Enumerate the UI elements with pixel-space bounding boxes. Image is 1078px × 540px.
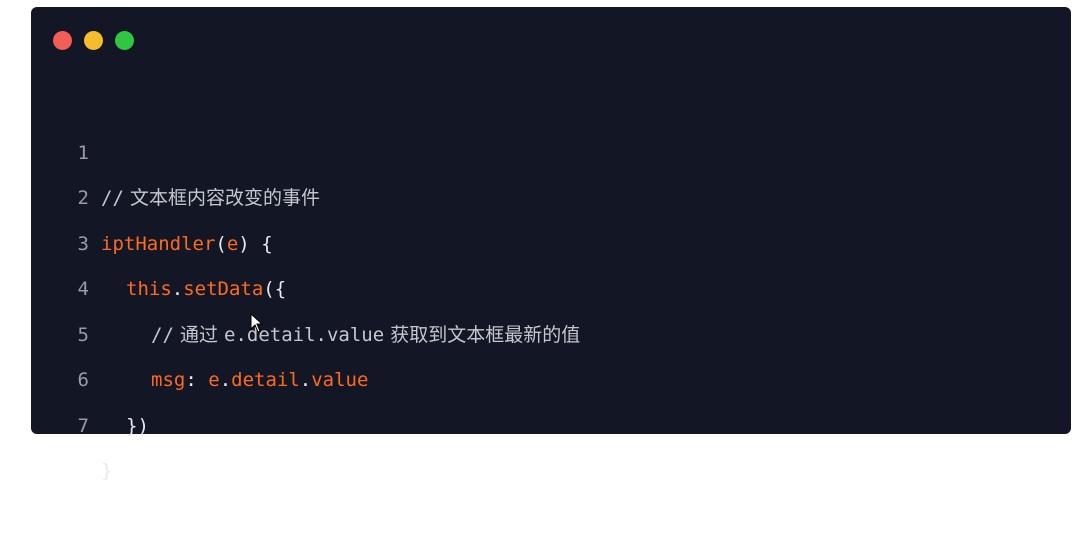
close-brace: }	[101, 460, 113, 482]
colon: :	[185, 369, 197, 391]
param: e	[226, 232, 239, 255]
comment-slash: //	[101, 187, 124, 209]
property-key: msg	[151, 369, 186, 391]
code-line: 4 // 通过 e.detail.value 获取到文本框最新的值	[31, 222, 581, 346]
line-number: 7	[77, 414, 89, 437]
code-line: 3 this.setData({	[31, 176, 287, 301]
open-paren-brace: ({	[263, 278, 287, 300]
comment-code: e.detail.value	[224, 323, 385, 346]
code-text: iptHandler(e) {	[101, 222, 273, 268]
window-controls	[53, 31, 134, 50]
function-name: iptHandler	[101, 232, 216, 255]
dot: .	[219, 369, 232, 391]
code-line: 7 }	[31, 358, 113, 483]
minimize-dot-icon[interactable]	[84, 31, 103, 50]
code-comment: // 通过 e.detail.value 获取到文本框最新的值	[101, 313, 580, 359]
code-window: 1 // 文本框内容改变的事件 2 iptHandler(e) { 3 this…	[31, 7, 1071, 483]
comment-slash: //	[151, 323, 174, 346]
value-part: e	[208, 369, 220, 391]
comment-text: 文本框内容改变的事件	[129, 187, 320, 209]
comment-text: 获取到文本框最新的值	[390, 323, 581, 346]
code-text: msg: e.detail.value	[101, 358, 368, 404]
value-part: detail	[231, 369, 300, 391]
code-line: 5 msg: e.detail.value	[31, 267, 369, 392]
value-part: value	[311, 369, 369, 391]
method-name: setData	[183, 278, 264, 300]
dot: .	[171, 278, 184, 300]
code-text: })	[101, 404, 149, 450]
close-dot-icon[interactable]	[53, 31, 72, 50]
comment-text: 通过	[179, 323, 218, 346]
code-line: 1 // 文本框内容改变的事件	[31, 85, 320, 210]
code-comment: // 文本框内容改变的事件	[101, 176, 320, 222]
code-block: 1 // 文本框内容改变的事件 2 iptHandler(e) { 3 this…	[31, 85, 581, 483]
code-text: }	[101, 449, 112, 495]
maximize-dot-icon[interactable]	[115, 31, 134, 50]
brace: {	[249, 232, 273, 255]
keyword-this: this	[126, 278, 172, 300]
dot: .	[299, 369, 312, 391]
close-brace-paren: })	[126, 414, 149, 437]
code-text: this.setData({	[101, 267, 286, 313]
paren: (	[215, 232, 227, 255]
paren: )	[238, 232, 250, 255]
code-line: 6 })	[31, 313, 149, 437]
code-line: 2 iptHandler(e) {	[31, 131, 273, 255]
mouse-pointer-icon	[250, 313, 264, 333]
